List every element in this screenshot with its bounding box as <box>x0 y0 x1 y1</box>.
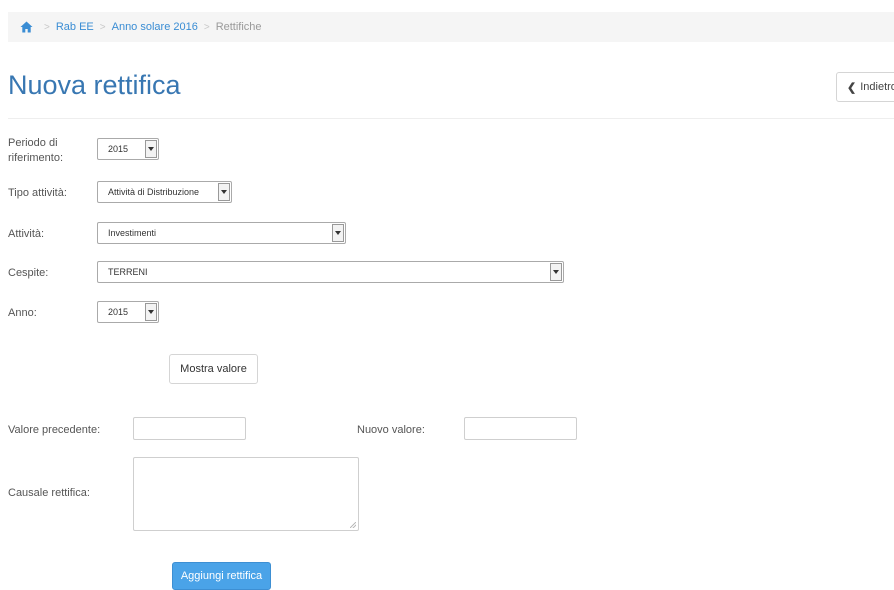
resize-grip-icon[interactable] <box>350 522 356 528</box>
cespite-select-value: TERRENI <box>108 267 148 277</box>
back-button[interactable]: ❮ Indietro <box>836 72 894 102</box>
periodo-label-line2: riferimento: <box>8 152 64 164</box>
back-button-label: Indietro <box>860 81 894 93</box>
tipo-attivita-select[interactable]: Attività di Distribuzione <box>97 181 232 203</box>
tipo-attivita-select-value: Attività di Distribuzione <box>108 187 200 197</box>
attivita-select[interactable]: Investimenti <box>97 222 346 244</box>
periodo-label: Periodo di riferimento: <box>8 136 63 166</box>
breadcrumb-separator: > <box>99 21 106 33</box>
home-icon[interactable] <box>20 21 34 33</box>
breadcrumb-rab-ee[interactable]: Rab EE <box>56 21 94 33</box>
periodo-select[interactable]: 2015 <box>97 138 159 160</box>
periodo-select-value: 2015 <box>108 144 129 154</box>
causale-textarea[interactable] <box>133 457 359 531</box>
breadcrumb-separator: > <box>203 21 210 33</box>
cespite-select[interactable]: TERRENI <box>97 261 564 283</box>
attivita-label: Attività: <box>8 228 45 240</box>
dropdown-arrow-icon[interactable] <box>218 183 230 201</box>
chevron-left-icon: ❮ <box>847 81 857 94</box>
breadcrumb-anno-solare[interactable]: Anno solare 2016 <box>112 21 198 33</box>
causale-label: Causale rettifica: <box>8 487 90 499</box>
valore-precedente-label: Valore precedente: <box>8 424 101 436</box>
dropdown-arrow-icon[interactable] <box>145 140 157 158</box>
attivita-select-value: Investimenti <box>108 228 157 238</box>
dropdown-arrow-icon[interactable] <box>332 224 344 242</box>
nuovo-valore-input[interactable] <box>464 417 577 440</box>
valore-precedente-input[interactable] <box>133 417 246 440</box>
nuovo-valore-label: Nuovo valore: <box>357 424 425 436</box>
page-title: Nuova rettifica <box>8 70 181 100</box>
anno-select-value: 2015 <box>108 307 129 317</box>
mostra-valore-button[interactable]: Mostra valore <box>169 354 258 384</box>
breadcrumb: > Rab EE > Anno solare 2016 > Rettifiche <box>8 12 894 42</box>
anno-label: Anno: <box>8 307 37 319</box>
cespite-label: Cespite: <box>8 267 49 279</box>
aggiungi-rettifica-button[interactable]: Aggiungi rettifica <box>172 562 271 590</box>
dropdown-arrow-icon[interactable] <box>145 303 157 321</box>
breadcrumb-rettifiche: Rettifiche <box>215 21 262 33</box>
periodo-label-line1: Periodo di <box>8 137 58 149</box>
breadcrumb-separator: > <box>44 21 50 33</box>
title-divider <box>8 118 894 119</box>
tipo-attivita-label: Tipo attività: <box>8 187 67 199</box>
dropdown-arrow-icon[interactable] <box>550 263 562 281</box>
anno-select[interactable]: 2015 <box>97 301 159 323</box>
